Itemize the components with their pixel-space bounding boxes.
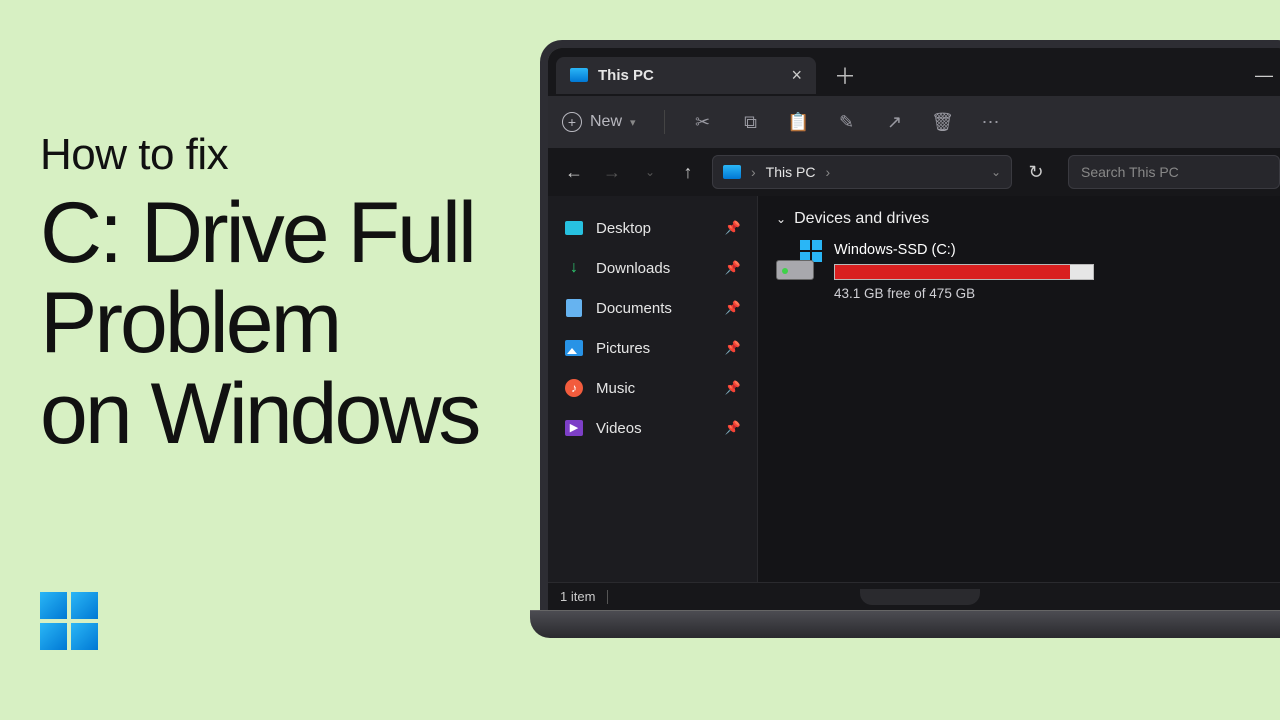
search-placeholder: Search This PC	[1081, 164, 1179, 180]
sidebar-item-pictures[interactable]: Pictures 📌	[554, 328, 751, 368]
sidebar-item-label: Downloads	[596, 260, 670, 277]
new-tab-button[interactable]: ＋	[824, 55, 866, 95]
navigation-pane: Desktop 📌 ↓ Downloads 📌 Documents 📌	[548, 196, 758, 582]
section-header[interactable]: ⌄ Devices and drives	[776, 210, 1280, 228]
sidebar-item-downloads[interactable]: ↓ Downloads 📌	[554, 248, 751, 288]
forward-button[interactable]: →	[598, 158, 626, 186]
breadcrumb-separator: ›	[751, 164, 756, 180]
item-count: 1 item	[560, 589, 595, 604]
command-bar: + New ▾ ✂ ⧉ 📋 ✎ ↗ 🗑 ⋯	[548, 96, 1280, 148]
drive-item[interactable]: Windows-SSD (C:) 43.1 GB free of 475 GB	[776, 242, 1280, 301]
recent-locations-button[interactable]: ⌄	[636, 158, 664, 186]
refresh-button[interactable]: ↻	[1022, 158, 1050, 186]
delete-icon[interactable]: 🗑	[933, 112, 953, 132]
sidebar-item-label: Pictures	[596, 340, 650, 357]
up-button[interactable]: ↑	[674, 158, 702, 186]
pin-icon[interactable]: 📌	[725, 340, 741, 356]
drive-usage-bar	[834, 264, 1094, 280]
chevron-down-icon: ⌄	[776, 212, 786, 226]
drive-info: Windows-SSD (C:) 43.1 GB free of 475 GB	[834, 242, 1280, 301]
back-button[interactable]: ←	[560, 158, 588, 186]
windows-logo-icon	[40, 592, 98, 650]
pin-icon[interactable]: 📌	[725, 300, 741, 316]
rename-icon[interactable]: ✎	[837, 112, 857, 132]
active-tab[interactable]: This PC ×	[556, 57, 816, 94]
chevron-down-icon[interactable]: ⌄	[991, 165, 1001, 179]
minimize-button[interactable]: —	[1244, 65, 1280, 86]
explorer-body: Desktop 📌 ↓ Downloads 📌 Documents 📌	[548, 196, 1280, 582]
sidebar-item-videos[interactable]: ▶ Videos 📌	[554, 408, 751, 448]
drive-free-text: 43.1 GB free of 475 GB	[834, 286, 1280, 301]
this-pc-icon	[723, 165, 741, 179]
sidebar-item-music[interactable]: ♪ Music 📌	[554, 368, 751, 408]
more-icon[interactable]: ⋯	[981, 112, 1001, 132]
headline-line: Problem	[40, 275, 339, 371]
status-separator	[607, 590, 608, 604]
laptop-screen: This PC × ＋ — + New ▾ ✂ ⧉ 📋 ✎	[540, 40, 1280, 610]
breadcrumb-separator: ›	[825, 164, 830, 180]
this-pc-icon	[570, 68, 588, 82]
sidebar-item-desktop[interactable]: Desktop 📌	[554, 208, 751, 248]
windows-logo-icon	[800, 240, 822, 262]
laptop-base	[530, 610, 1280, 638]
promo-headline: How to fix C: Drive Full Problem on Wind…	[40, 130, 478, 459]
navigation-bar: ← → ⌄ ↑ › This PC › ⌄ ↻ Search This PC	[548, 148, 1280, 196]
download-icon: ↓	[564, 258, 584, 278]
headline-line: on Windows	[40, 366, 478, 462]
paste-icon[interactable]: 📋	[789, 112, 809, 132]
sidebar-item-label: Documents	[596, 300, 672, 317]
pin-icon[interactable]: 📌	[725, 380, 741, 396]
section-title: Devices and drives	[794, 210, 929, 228]
sidebar-item-label: Videos	[596, 420, 642, 437]
pin-icon[interactable]: 📌	[725, 260, 741, 276]
music-icon: ♪	[565, 379, 583, 397]
toolbar-separator	[664, 110, 665, 134]
pin-icon[interactable]: 📌	[725, 420, 741, 436]
breadcrumb-root[interactable]: This PC	[766, 164, 816, 180]
close-tab-button[interactable]: ×	[791, 65, 802, 86]
headline-main: C: Drive Full Problem on Windows	[40, 188, 478, 459]
new-button[interactable]: + New ▾	[562, 112, 636, 132]
pictures-icon	[565, 340, 583, 356]
desktop-icon	[565, 221, 583, 235]
copy-icon[interactable]: ⧉	[741, 112, 761, 132]
sidebar-item-documents[interactable]: Documents 📌	[554, 288, 751, 328]
sidebar-item-label: Desktop	[596, 220, 651, 237]
pin-icon[interactable]: 📌	[725, 220, 741, 236]
chevron-down-icon: ▾	[630, 116, 636, 129]
content-pane: ⌄ Devices and drives Windows-SSD (C:)	[758, 196, 1280, 582]
window-tab-bar: This PC × ＋ —	[548, 48, 1280, 96]
new-label: New	[590, 113, 622, 131]
address-bar[interactable]: › This PC › ⌄	[712, 155, 1012, 189]
file-explorer-window: This PC × ＋ — + New ▾ ✂ ⧉ 📋 ✎	[548, 48, 1280, 610]
drive-icon	[776, 242, 820, 280]
headline-line: C: Drive Full	[40, 185, 474, 281]
sidebar-item-label: Music	[596, 380, 635, 397]
cut-icon[interactable]: ✂	[693, 112, 713, 132]
share-icon[interactable]: ↗	[885, 112, 905, 132]
drive-usage-fill	[835, 265, 1070, 279]
video-icon: ▶	[565, 420, 583, 436]
plus-circle-icon: +	[562, 112, 582, 132]
search-input[interactable]: Search This PC	[1068, 155, 1280, 189]
document-icon	[566, 299, 582, 317]
headline-eyebrow: How to fix	[40, 130, 478, 180]
drive-name: Windows-SSD (C:)	[834, 242, 1280, 258]
tab-title: This PC	[598, 67, 654, 84]
laptop-frame: This PC × ＋ — + New ▾ ✂ ⧉ 📋 ✎	[540, 40, 1280, 675]
